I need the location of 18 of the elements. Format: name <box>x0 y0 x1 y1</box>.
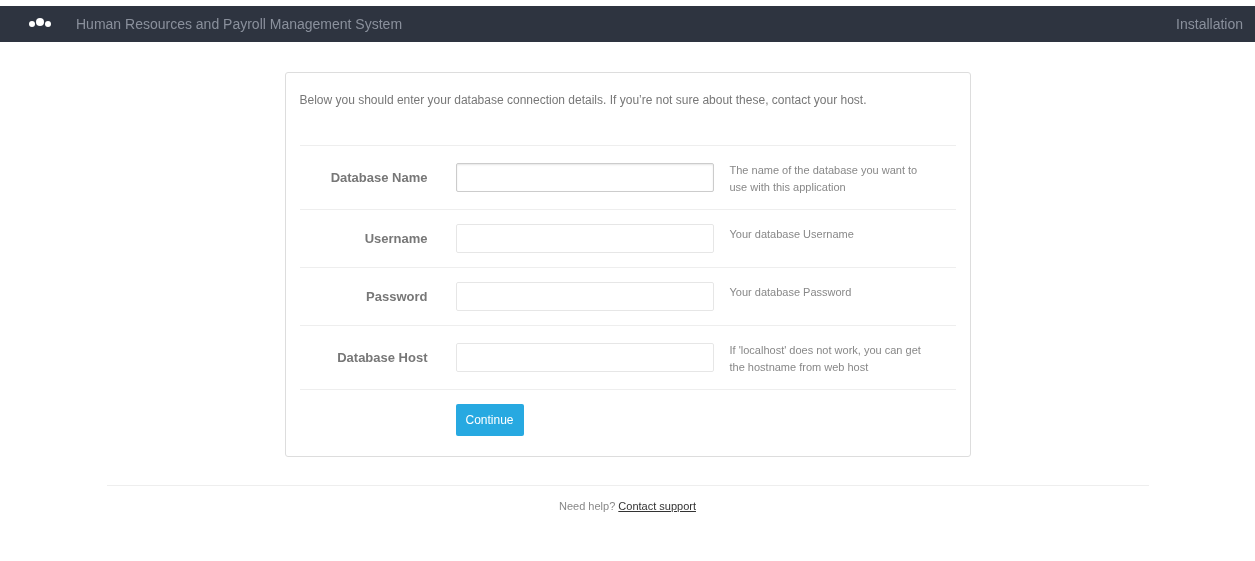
input-field[interactable] <box>455 343 714 372</box>
field-hint: The name of the database you want to use with this application <box>729 163 919 195</box>
input-field[interactable] <box>455 163 714 192</box>
intro-text: Below you should enter your database connection details. If you’re not sure about these, contact your host. <box>298 92 868 109</box>
installation-link[interactable]: Installation <box>1176 13 1243 35</box>
field-label: Password <box>365 287 429 306</box>
support-link[interactable]: Contact support <box>618 500 696 512</box>
field-label: Database Name <box>329 168 429 187</box>
field-hint: Your database Password <box>729 285 853 300</box>
field-label: Username <box>363 229 429 248</box>
app-title: Human Resources and Payroll Management System <box>76 14 403 34</box>
field-hint: If 'localhost' does not work, you can get the hostname from web host <box>729 343 922 375</box>
field-label: Database Host <box>336 348 429 367</box>
input-field[interactable] <box>455 224 714 253</box>
continue-button[interactable]: Continue <box>455 404 524 436</box>
input-field[interactable] <box>455 282 714 311</box>
help-text: Need help? <box>559 500 617 512</box>
field-hint: Your database Username <box>729 227 855 242</box>
